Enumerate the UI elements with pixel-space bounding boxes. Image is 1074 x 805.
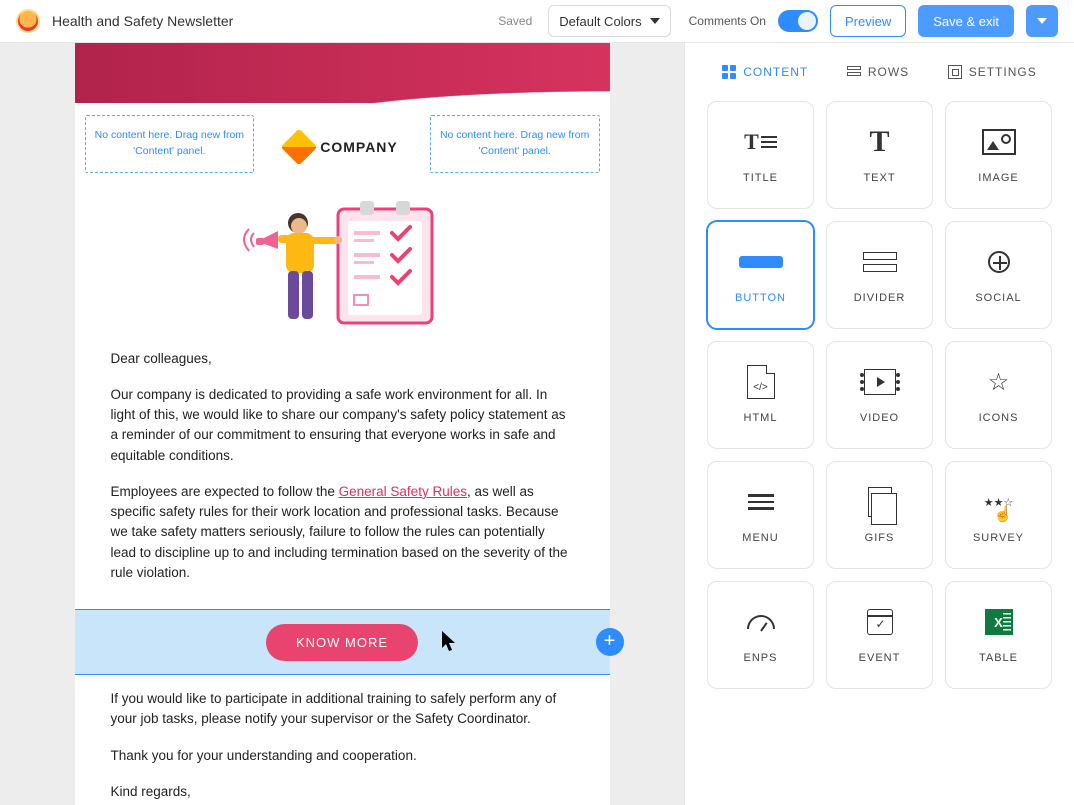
preview-button[interactable]: Preview	[830, 5, 906, 37]
tile-menu[interactable]: MENU	[707, 461, 814, 569]
gifs-icon	[856, 486, 904, 518]
toggle-thumb	[798, 12, 816, 30]
tile-label: ICONS	[979, 412, 1019, 424]
button-icon	[737, 246, 785, 278]
tile-icons[interactable]: ☆ ICONS	[945, 341, 1052, 449]
tile-survey[interactable]: ★★☆☝ SURVEY	[945, 461, 1052, 569]
paragraph-2: Employees are expected to follow the Gen…	[111, 482, 574, 583]
side-panel: CONTENT ROWS SETTINGS T TITLE T TEXT IMAGE BU…	[684, 43, 1074, 805]
content-tiles-grid: T TITLE T TEXT IMAGE BUTTON DIVIDER SOCIAL </> HT…	[685, 91, 1074, 711]
tile-label: ENPS	[744, 652, 778, 664]
tile-label: MENU	[742, 532, 778, 544]
tile-social[interactable]: SOCIAL	[945, 221, 1052, 329]
tile-label: GIFS	[865, 532, 895, 544]
save-exit-more-button[interactable]	[1026, 5, 1058, 37]
dropdown-label: Default Colors	[559, 14, 641, 29]
social-icon	[975, 246, 1023, 278]
tile-text[interactable]: T TEXT	[826, 101, 933, 209]
tile-image[interactable]: IMAGE	[945, 101, 1052, 209]
selected-button-block[interactable]: KNOW MORE +	[75, 609, 610, 675]
event-icon	[856, 606, 904, 638]
cursor-icon	[441, 630, 459, 652]
email-canvas: No content here. Drag new from 'Content'…	[75, 43, 610, 805]
chevron-down-icon	[1037, 18, 1047, 24]
left-drop-slot[interactable]: No content here. Drag new from 'Content'…	[85, 115, 255, 173]
tile-html[interactable]: </> HTML	[707, 341, 814, 449]
image-icon	[975, 126, 1023, 158]
right-drop-slot[interactable]: No content here. Drag new from 'Content'…	[430, 115, 600, 173]
text-icon: T	[856, 126, 904, 158]
comments-toggle[interactable]	[778, 10, 818, 32]
tile-divider[interactable]: DIVIDER	[826, 221, 933, 329]
chevron-down-icon	[650, 18, 660, 24]
tile-event[interactable]: EVENT	[826, 581, 933, 689]
tile-label: DIVIDER	[854, 292, 906, 304]
tab-rows[interactable]: ROWS	[847, 65, 909, 79]
paragraph-1: Our company is dedicated to providing a …	[111, 385, 574, 466]
tile-label: EVENT	[859, 652, 901, 664]
settings-icon	[948, 65, 962, 79]
tab-label: CONTENT	[743, 65, 808, 79]
tile-label: TITLE	[743, 172, 778, 184]
rows-icon	[847, 66, 861, 78]
email-body-lower: If you would like to participate in addi…	[75, 675, 610, 805]
survey-icon: ★★☆☝	[975, 486, 1023, 518]
tile-button[interactable]: BUTTON	[707, 221, 814, 329]
tab-content[interactable]: CONTENT	[722, 65, 808, 79]
app-logo	[16, 9, 40, 33]
grid-icon	[722, 65, 736, 79]
tab-label: ROWS	[868, 65, 909, 79]
tile-enps[interactable]: ENPS	[707, 581, 814, 689]
enps-icon	[737, 606, 785, 638]
company-name: COMPANY	[320, 139, 398, 155]
regards-text: Kind regards,	[111, 782, 574, 802]
icons-icon: ☆	[975, 366, 1023, 398]
divider-icon	[856, 246, 904, 278]
canvas-area: No content here. Drag new from 'Content'…	[0, 43, 684, 805]
save-exit-button[interactable]: Save & exit	[918, 5, 1014, 37]
company-logo-icon	[281, 128, 318, 165]
color-theme-dropdown[interactable]: Default Colors	[548, 5, 670, 37]
tab-settings[interactable]: SETTINGS	[948, 65, 1037, 79]
top-bar: Health and Safety Newsletter Saved Defau…	[0, 0, 1074, 43]
know-more-button[interactable]: KNOW MORE	[266, 624, 418, 661]
tile-label: IMAGE	[978, 172, 1018, 184]
tile-label: SOCIAL	[975, 292, 1021, 304]
video-icon	[856, 366, 904, 398]
hero-illustration	[75, 173, 610, 341]
tile-video[interactable]: VIDEO	[826, 341, 933, 449]
comments-label: Comments On	[689, 14, 766, 28]
side-tabs: CONTENT ROWS SETTINGS	[685, 43, 1074, 91]
add-block-button[interactable]: +	[596, 628, 624, 656]
menu-icon	[737, 486, 785, 518]
page-title: Health and Safety Newsletter	[52, 13, 233, 29]
tile-label: BUTTON	[735, 292, 786, 304]
company-logo-block: COMPANY	[264, 115, 420, 173]
table-icon	[975, 606, 1023, 638]
tile-label: TEXT	[863, 172, 895, 184]
header-wave	[75, 43, 610, 103]
tile-label: TABLE	[979, 652, 1018, 664]
email-body: Dear colleagues, Our company is dedicate…	[75, 341, 610, 610]
thanks-text: Thank you for your understanding and coo…	[111, 746, 574, 766]
paragraph-3: If you would like to participate in addi…	[111, 689, 574, 730]
tile-title[interactable]: T TITLE	[707, 101, 814, 209]
tab-label: SETTINGS	[969, 65, 1037, 79]
saved-status: Saved	[498, 14, 532, 28]
html-icon: </>	[737, 366, 785, 398]
tile-label: VIDEO	[860, 412, 899, 424]
title-icon: T	[737, 126, 785, 158]
tile-table[interactable]: TABLE	[945, 581, 1052, 689]
tile-gifs[interactable]: GIFS	[826, 461, 933, 569]
tile-label: SURVEY	[973, 532, 1024, 544]
tile-label: HTML	[744, 412, 778, 424]
greeting-text: Dear colleagues,	[111, 349, 574, 369]
safety-rules-link[interactable]: General Safety Rules	[339, 484, 467, 499]
